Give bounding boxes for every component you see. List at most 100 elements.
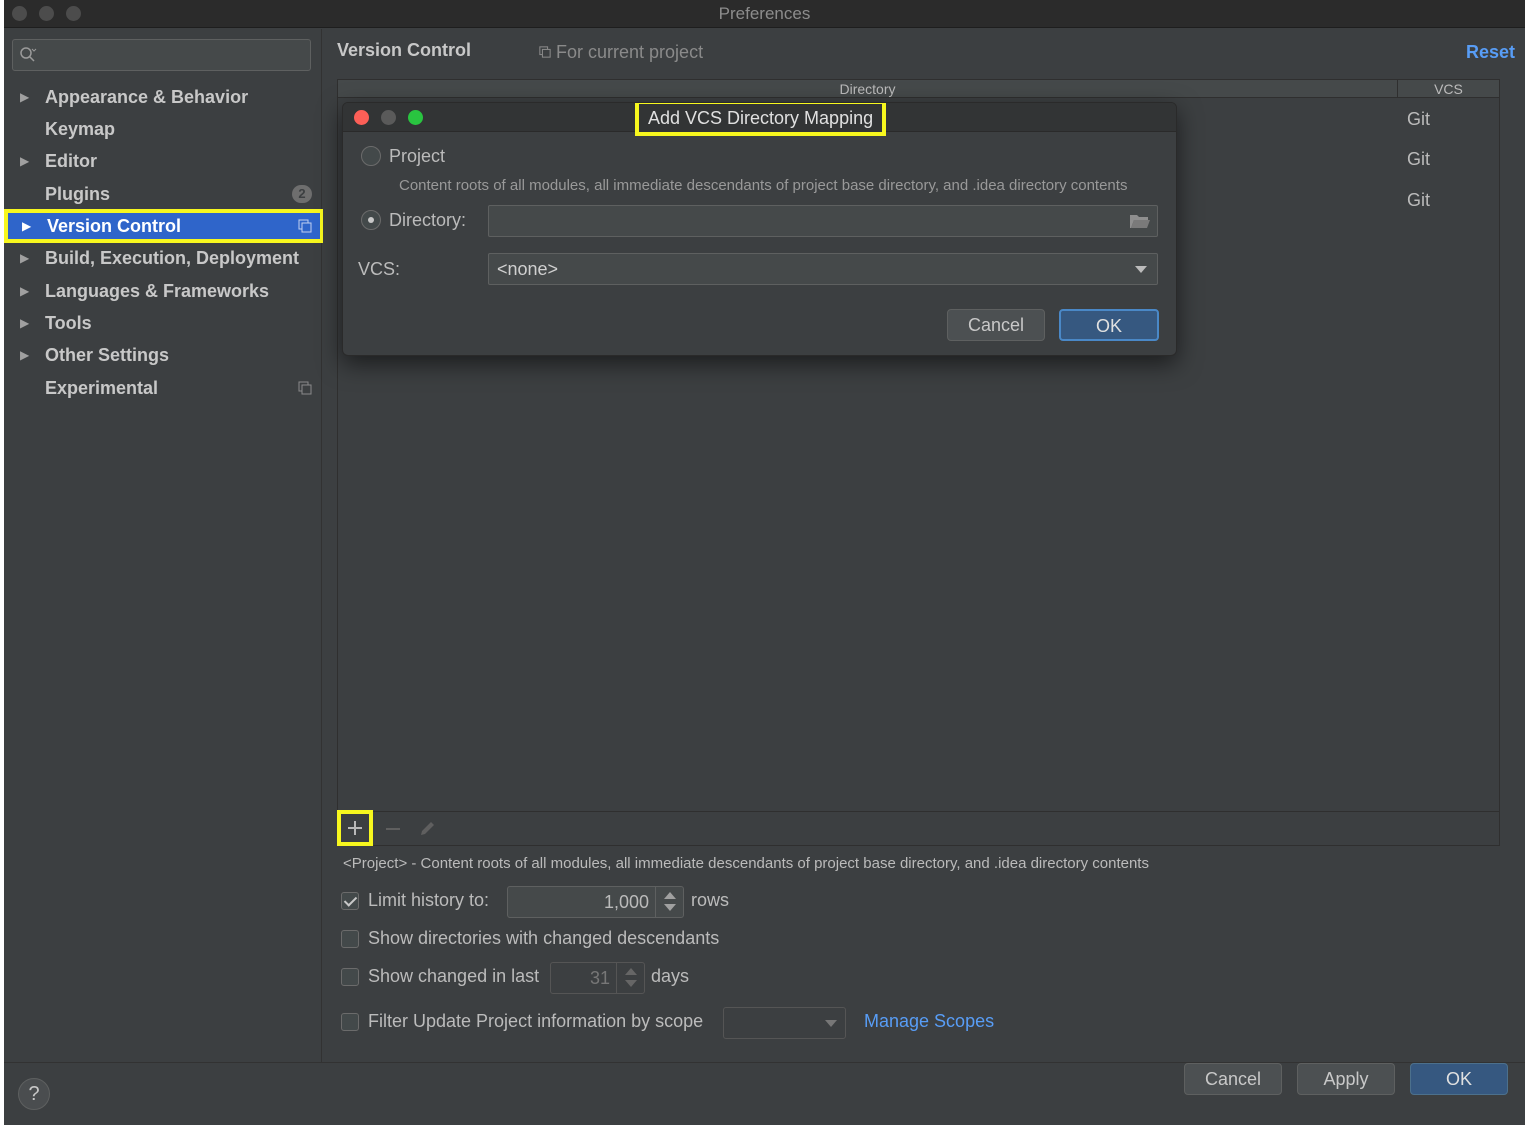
edit-mapping-button[interactable] (412, 814, 442, 844)
vcs-select[interactable]: <none> (488, 253, 1158, 285)
table-row-vcs-cell[interactable]: Git (1407, 149, 1430, 170)
table-row-vcs-cell[interactable]: Git (1407, 109, 1430, 130)
table-toolbar (337, 810, 1500, 846)
plus-icon (348, 821, 362, 835)
sidebar-item-label: Plugins (45, 184, 111, 204)
plugins-update-badge: 2 (292, 185, 312, 203)
column-header-directory[interactable]: Directory (338, 80, 1398, 98)
directory-radio[interactable] (361, 210, 381, 230)
limit-history-suffix: rows (691, 890, 730, 910)
filter-update-label: Filter Update Project information by sco… (368, 1011, 704, 1031)
sidebar-item-other-settings[interactable]: ▶ Other Settings (4, 340, 322, 370)
sidebar-item-plugins[interactable]: Plugins 2 (4, 179, 322, 209)
pencil-icon (421, 822, 434, 835)
show-dirs-checkbox[interactable] (341, 930, 359, 948)
sidebar-item-keymap[interactable]: Keymap (4, 114, 322, 144)
sidebar-item-label: Appearance & Behavior (45, 87, 249, 107)
remove-mapping-button[interactable] (378, 814, 408, 844)
page-title: Version Control (337, 40, 472, 60)
sidebar-item-label: Editor (45, 151, 97, 171)
sidebar-item-label: Experimental (45, 378, 159, 398)
sidebar-item-label: Languages & Frameworks (45, 281, 270, 301)
window-title: Preferences (718, 4, 811, 23)
search-icon (20, 47, 37, 62)
expand-arrow-icon: ▶ (20, 251, 30, 265)
dialog-title-bar: Add VCS Directory Mapping (343, 103, 1176, 136)
show-dirs-row: Show directories with changed descendant… (341, 924, 1041, 956)
column-header-vcs[interactable]: VCS (1398, 80, 1499, 98)
limit-history-label: Limit history to: (368, 890, 490, 910)
dialog-footer: ? Cancel Apply OK (4, 1062, 1525, 1125)
add-mapping-button[interactable] (337, 810, 373, 846)
expand-arrow-icon: ▶ (20, 154, 30, 168)
dialog-cancel-button[interactable]: Cancel (947, 309, 1045, 341)
sidebar-item-languages-frameworks[interactable]: ▶ Languages & Frameworks (4, 276, 322, 306)
minus-icon (386, 828, 400, 830)
limit-history-value: 1,000 (603, 892, 649, 912)
sidebar-item-tools[interactable]: ▶ Tools (4, 308, 322, 338)
table-row-vcs-cell[interactable]: Git (1407, 190, 1430, 211)
show-changed-row: Show changed in last 31 days (341, 962, 1041, 994)
expand-arrow-icon: ▶ (20, 284, 30, 298)
project-scope-icon (298, 381, 312, 395)
limit-history-spinner[interactable]: 1,000 (507, 886, 684, 918)
expand-arrow-icon: ▶ (22, 219, 32, 233)
expand-arrow-icon: ▶ (20, 90, 30, 104)
chevron-down-icon (825, 1020, 837, 1027)
sidebar-item-build-execution-deployment[interactable]: ▶ Build, Execution, Deployment (4, 243, 322, 273)
settings-sidebar: ▶ Appearance & Behavior Keymap ▶ Editor … (4, 29, 324, 1062)
cancel-button[interactable]: Cancel (1184, 1063, 1282, 1095)
filter-update-checkbox[interactable] (341, 1013, 359, 1031)
vcs-label: VCS: (358, 259, 401, 279)
show-changed-label: Show changed in last (368, 966, 540, 986)
filter-update-row: Filter Update Project information by sco… (341, 1007, 1341, 1039)
apply-button[interactable]: Apply (1297, 1063, 1395, 1095)
reset-link[interactable]: Reset (1466, 42, 1515, 63)
sidebar-item-label: Other Settings (45, 345, 170, 365)
settings-search-input[interactable] (12, 39, 311, 71)
limit-history-row: Limit history to: 1,000 rows (341, 886, 1041, 918)
show-changed-spinner[interactable]: 31 (550, 962, 645, 994)
sidebar-item-appearance-behavior[interactable]: ▶ Appearance & Behavior (4, 82, 322, 112)
project-radio[interactable] (361, 146, 381, 166)
show-dirs-label: Show directories with changed descendant… (368, 928, 720, 948)
project-description: <Project> - Content roots of all modules… (343, 855, 1149, 872)
sidebar-item-label: Build, Execution, Deployment (45, 248, 300, 268)
vcs-select-value: <none> (497, 259, 559, 279)
show-changed-value: 31 (589, 968, 610, 988)
chevron-down-icon (1135, 266, 1147, 273)
scope-select[interactable] (723, 1007, 846, 1039)
spinner-arrows-icon[interactable] (616, 963, 644, 993)
manage-scopes-link[interactable]: Manage Scopes (864, 1011, 994, 1032)
dialog-minimize-button[interactable] (381, 110, 396, 125)
project-option-description: Content roots of all modules, all immedi… (399, 177, 1128, 194)
folder-browse-icon[interactable] (1129, 212, 1151, 230)
project-scope-icon (539, 46, 551, 58)
directory-option-label[interactable]: Directory: (389, 210, 466, 231)
spinner-arrows-icon[interactable] (655, 887, 683, 917)
scope-note-label: For current project (556, 42, 704, 62)
expand-arrow-icon: ▶ (20, 316, 30, 330)
show-changed-suffix: days (651, 966, 690, 986)
sidebar-item-version-control[interactable]: ▶ Version Control (4, 209, 324, 243)
dialog-title: Add VCS Directory Mapping (635, 103, 887, 136)
expand-arrow-icon: ▶ (20, 348, 30, 362)
sidebar-item-label: Keymap (45, 119, 116, 139)
sidebar-item-label: Tools (45, 313, 92, 333)
show-changed-checkbox[interactable] (341, 968, 359, 986)
scope-note: For current project (539, 42, 703, 63)
sidebar-item-experimental[interactable]: Experimental (4, 373, 322, 403)
dialog-close-button[interactable] (354, 110, 369, 125)
project-option-label[interactable]: Project (389, 146, 445, 167)
dialog-zoom-button[interactable] (408, 110, 423, 125)
ok-button[interactable]: OK (1410, 1063, 1508, 1095)
sidebar-item-editor[interactable]: ▶ Editor (4, 146, 322, 176)
help-button[interactable]: ? (18, 1078, 50, 1110)
limit-history-checkbox[interactable] (341, 892, 359, 910)
sidebar-item-label: Version Control (47, 216, 182, 236)
project-scope-icon (298, 219, 312, 233)
dialog-ok-button[interactable]: OK (1059, 309, 1159, 341)
title-bar: Preferences (4, 0, 1525, 28)
add-vcs-mapping-dialog: Add VCS Directory Mapping Project Conten… (342, 102, 1177, 356)
directory-path-input[interactable] (488, 205, 1158, 237)
